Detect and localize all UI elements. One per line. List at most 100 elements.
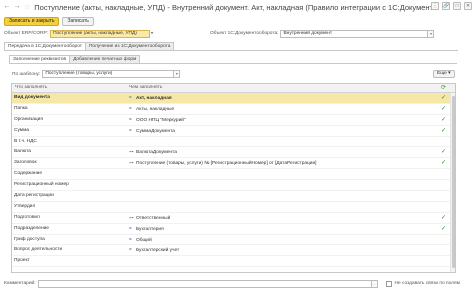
doc-object-label: Объект 1С:Документооборота: (210, 31, 279, 36)
row-what: Вопрос деятельности (14, 247, 63, 253)
vertical-scrollbar[interactable] (450, 93, 455, 272)
table-row[interactable]: Проект (12, 256, 455, 268)
table-row[interactable]: Сумма = СуммаДокумента ✓ (12, 126, 455, 137)
erp-object-field[interactable]: Поступление (акты, накладные, УПД) (50, 29, 151, 38)
check-icon: ✓ (440, 160, 446, 167)
row-what: Регистрационный номер (14, 182, 69, 188)
row-with-text: СуммаДокумента (136, 128, 175, 134)
table-row[interactable]: Вид документа = Акт, накладная ✓ (12, 93, 455, 104)
save-button[interactable]: Записать (62, 17, 94, 26)
row-with-text: Акт, накладная (136, 96, 172, 101)
row-with-text: ВалютаДокумента (136, 150, 177, 156)
row-what: Заголовок (14, 160, 37, 166)
table-row[interactable]: Вопрос деятельности = Бухгалтерский учет (12, 245, 455, 257)
column-what[interactable]: Что заполнять (15, 84, 47, 92)
row-with: = Бухгалтерский учет (129, 245, 179, 256)
column-with[interactable]: Чем заполнять (129, 84, 162, 92)
nav-arrows: ← → (3, 3, 21, 11)
row-with-text: Бухгалтерия (136, 226, 164, 232)
table-header: Что заполнять Чем заполнять ⟳ (12, 84, 455, 93)
table-row[interactable]: Папка = Акты, накладные ✓ (12, 104, 455, 115)
row-with: ⊶ Поступление (товары, услуги) № [Регистр… (129, 158, 317, 169)
equals-icon: = (129, 127, 132, 133)
star-icon[interactable]: ☆ (24, 3, 30, 11)
row-with: = Общий (129, 235, 152, 246)
link-icon[interactable]: 🔗 (442, 2, 450, 10)
more-button[interactable]: Еще ▾ (433, 70, 455, 78)
tabs-divider (4, 50, 458, 51)
row-with: ⊶ ВалютаДокумента (129, 147, 177, 158)
table-row[interactable]: Утвердил (12, 202, 455, 213)
erp-object-label: Объект ERP/CORP: (4, 31, 49, 36)
no-links-label: Не создавать связи по полям (394, 281, 460, 286)
fields-table: Что заполнять Чем заполнять ⟳ Вид докуме… (11, 83, 456, 273)
row-what: Подразделение (14, 225, 49, 231)
equals-icon: = (129, 116, 132, 122)
window-buttons: ⋮ 🔗 □ ✕ (431, 2, 472, 10)
link-icon: ⊶ (129, 214, 134, 220)
row-what: Утвердил (14, 203, 36, 209)
row-with: = Акт, накладная (129, 93, 172, 104)
comment-row: Комментарий: … Не создавать связи по пол… (4, 279, 462, 288)
row-with-text: ООО НПЦ "Меркурий" (136, 117, 186, 123)
check-icon: ✓ (440, 214, 446, 221)
table-row[interactable]: Гриф доступа = Общий (12, 235, 455, 246)
chevron-down-icon[interactable]: ▾ (150, 29, 155, 38)
scrollbar-thumb[interactable] (452, 96, 455, 268)
link-icon: ⊶ (129, 160, 134, 166)
more-button-label: Еще (437, 71, 447, 76)
table-row[interactable]: В т.ч. НДС (12, 137, 455, 148)
row-with: = ООО НПЦ "Меркурий" (129, 115, 186, 126)
subtabs-divider (9, 63, 457, 64)
table-row[interactable]: Подготовил ⊶ Ответственный ✓ (12, 213, 455, 224)
toolbar: Записать и закрыть Записать (4, 17, 94, 26)
check-icon: ✓ (440, 225, 446, 232)
table-row[interactable]: Содержание (12, 169, 455, 181)
template-field[interactable]: Поступление (товары, услуги) (42, 70, 175, 78)
chevron-down-icon[interactable]: ▾ (428, 29, 435, 38)
equals-icon: = (129, 95, 132, 100)
row-what: Проект (14, 258, 30, 264)
erp-object-row: Объект ERP/CORP: Поступление (акты, накл… (4, 29, 155, 38)
table-row[interactable]: Регистрационный номер (12, 180, 455, 192)
row-what: Папка (14, 105, 28, 111)
doc-object-field[interactable]: Внутренний документ (280, 29, 429, 38)
save-and-close-button[interactable]: Записать и закрыть (4, 17, 60, 26)
comment-field[interactable] (37, 279, 372, 288)
close-icon[interactable]: ✕ (464, 2, 472, 10)
check-icon: ✓ (440, 116, 446, 123)
refresh-icon[interactable]: ⟳ (441, 84, 446, 92)
comment-label: Комментарий: (4, 281, 36, 286)
check-icon: ✓ (440, 95, 446, 101)
forward-icon[interactable]: → (13, 3, 21, 11)
row-with: ⊶ Ответственный (129, 213, 170, 224)
table-row[interactable]: Заголовок ⊶ Поступление (товары, услуги) №… (12, 158, 455, 170)
row-with-text: Бухгалтерский учет (136, 248, 180, 254)
table-row[interactable]: Валюта ⊶ ВалютаДокумента ✓ (12, 147, 455, 159)
window-title: Поступление (акты, накладные, УПД) - Вну… (34, 2, 435, 12)
row-with-text: Общий (136, 237, 152, 243)
row-with-text: Поступление (товары, услуги) № [Регистра… (136, 161, 317, 167)
maximize-icon[interactable]: □ (453, 2, 461, 10)
equals-icon: = (129, 236, 132, 242)
link-icon: ⊶ (129, 149, 134, 155)
back-icon[interactable]: ← (3, 3, 11, 11)
no-links-checkbox[interactable] (385, 280, 392, 287)
table-body: Вид документа = Акт, накладная ✓ Папка = Акты,… (12, 93, 455, 268)
row-what: Подготовил (14, 214, 40, 220)
row-what: Содержание (14, 171, 43, 177)
row-with: = СуммаДокумента (129, 126, 175, 137)
table-row[interactable]: Дата регистрации (12, 191, 455, 202)
row-what: Гриф доступа (14, 236, 45, 242)
row-with: = Акты, накладные (129, 104, 174, 115)
equals-icon: = (129, 247, 132, 253)
equals-icon: = (129, 105, 132, 111)
table-row[interactable]: Организация = ООО НПЦ "Меркурий" ✓ (12, 115, 455, 126)
row-what: Валюта (14, 149, 31, 155)
row-with-text: Акты, накладные (136, 106, 175, 112)
ellipsis-icon[interactable]: … (371, 279, 378, 288)
row-what: Вид документа (14, 95, 50, 100)
more-icon[interactable]: ⋮ (431, 2, 439, 10)
table-row[interactable]: Подразделение = Бухгалтерия ✓ (12, 224, 455, 235)
chevron-down-icon[interactable]: ▾ (174, 70, 181, 78)
